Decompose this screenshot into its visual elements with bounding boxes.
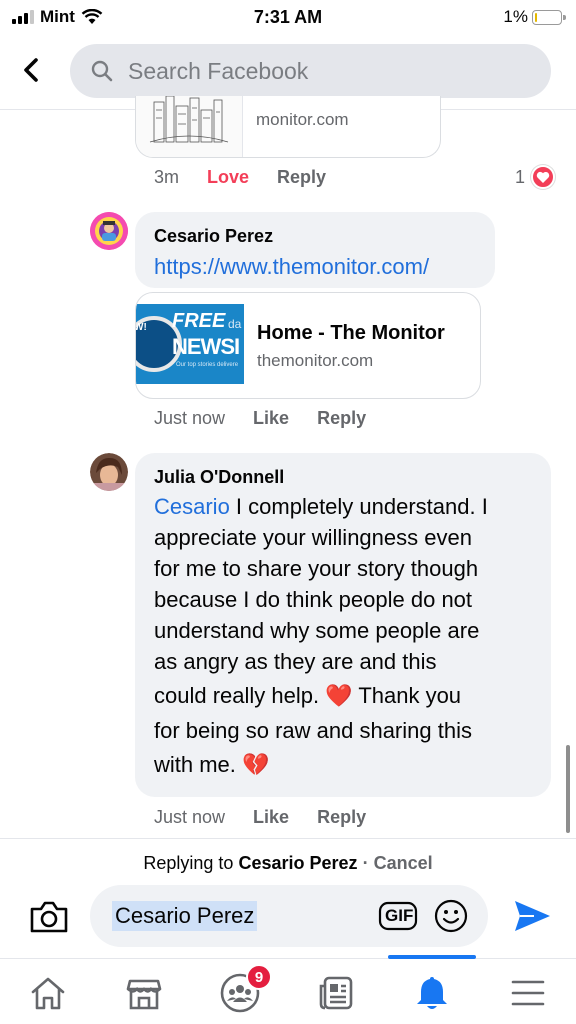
home-icon [31,977,65,1010]
cancel-reply-button[interactable]: Cancel [374,853,433,873]
separator: · [362,853,369,873]
like-button[interactable]: Like [253,408,289,429]
comment-author[interactable]: Julia O'Donnell [154,467,284,488]
gif-label: GIF [385,906,414,925]
reaction-count-number: 1 [515,166,526,187]
avatar[interactable] [90,453,128,491]
heart-icon [531,165,556,189]
bottom-nav: 9 [0,960,576,1024]
battery-percent: 1% [503,7,528,26]
comment-bubble[interactable]: Cesario Perez https://www.themonitor.com… [135,212,495,288]
menu-icon [511,980,545,1006]
active-tab-indicator [388,955,476,959]
emoji-button[interactable] [434,899,468,933]
marketplace-icon [126,979,162,1010]
composer-divider [0,838,576,839]
search-icon [91,60,113,82]
mention-link[interactable]: Cesario [154,494,230,519]
comment-time: Just now [154,807,226,827]
comment-line: with me. 💔 [154,752,270,777]
comment-author[interactable]: Cesario Perez [154,226,273,247]
tab-home[interactable] [22,970,74,1016]
comment-line: for being so raw and sharing this [154,718,472,743]
comment-line: because I do think people do not [154,587,473,612]
reaction-count[interactable]: 1 [515,165,556,189]
status-bar: Mint 7:31 AM 1% [0,0,576,34]
comment-line: as angry as they are and this [154,649,437,674]
news-icon [319,976,353,1010]
tab-groups[interactable]: 9 [214,964,272,1016]
city-sketch-icon [149,96,229,143]
link-preview-card[interactable]: monitor.com [135,96,441,158]
search-input[interactable]: Search Facebook [128,58,308,85]
comment-text: Cesario I completely understand. I appre… [154,491,544,784]
link-domain: themonitor.com [257,351,374,370]
camera-button[interactable] [28,897,70,937]
send-button[interactable] [512,898,552,934]
thumb-free-text: FREE [172,310,226,332]
search-header: Search Facebook [0,40,576,102]
comment-actions: 3m Love Reply [154,167,354,188]
search-bar[interactable]: Search Facebook [70,44,551,98]
gif-button[interactable]: GIF [378,901,418,931]
thumb-caption: Our top stories delivere [176,362,239,368]
comment-bubble[interactable]: Julia O'Donnell Cesario I completely und… [135,453,551,797]
link-thumbnail: W! FREE da NEWSI Our top stories deliver… [136,304,244,384]
avatar-cesario-icon [90,212,128,250]
reply-button[interactable]: Reply [277,167,326,188]
notifications-bell-icon [417,977,447,1009]
send-icon [515,901,550,931]
notification-badge: 9 [246,964,272,990]
tab-news[interactable] [310,970,362,1016]
comment-input-value[interactable]: Cesario Perez [112,901,258,931]
tab-notifications[interactable] [406,970,458,1016]
camera-icon [30,901,68,933]
replying-to-banner: Replying to Cesario Perez · Cancel [0,853,576,874]
reply-button[interactable]: Reply [317,807,366,828]
comment-line: could really help. ❤️ Thank you [154,683,462,708]
thumb-news-text: NEWSI [172,334,240,359]
thumb-left-text: W! [136,322,147,333]
comment-line: for me to share your story though [154,556,479,581]
avatar[interactable] [90,212,128,250]
comment-input[interactable]: Cesario Perez GIF [90,885,488,947]
chevron-left-icon [24,58,38,82]
link-domain: monitor.com [256,110,349,129]
nav-divider [0,958,576,959]
battery-icon [532,9,566,25]
like-button[interactable]: Like [253,807,289,828]
comment-actions: Just now Like Reply [154,807,394,828]
love-reaction-button[interactable]: Love [207,167,249,188]
avatar-julia-icon [90,453,128,491]
back-button[interactable] [14,52,50,88]
comment-line: appreciate your willingness even [154,525,472,550]
thumb-free-text-b: da [228,317,242,331]
clock: 7:31 AM [253,7,323,27]
link-thumbnail [136,96,243,157]
comment-time: 3m [154,167,180,187]
reply-button[interactable]: Reply [317,408,366,429]
comment-time: Just now [154,408,226,428]
tab-menu[interactable] [502,970,554,1016]
emoji-icon [434,899,468,933]
link-title: Home - The Monitor [257,322,445,344]
replying-prefix: Replying to [143,853,234,873]
comment-line-text: I completely understand. I [229,494,488,519]
comment-actions: Just now Like Reply [154,408,394,429]
comment-link[interactable]: https://www.themonitor.com/ [154,251,429,282]
tab-marketplace[interactable] [118,970,170,1016]
comment-line: understand why some people are [154,618,480,643]
comment-line: Cesario I completely understand. I [154,491,544,522]
replying-to-name: Cesario Perez [238,853,358,873]
link-preview-card[interactable]: W! FREE da NEWSI Our top stories deliver… [135,292,481,399]
scrollbar[interactable] [566,745,570,833]
